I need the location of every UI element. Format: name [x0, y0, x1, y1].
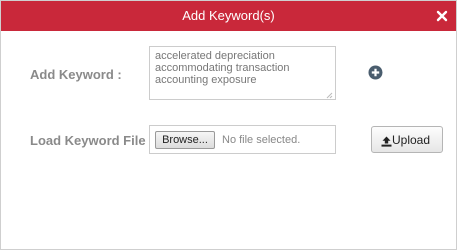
plus-circle-icon[interactable]	[368, 65, 383, 80]
add-keyword-label: Add Keyword :	[30, 67, 122, 82]
upload-icon	[381, 134, 392, 147]
load-keyword-file-label: Load Keyword File :	[30, 133, 154, 148]
resize-grip-icon[interactable]	[326, 90, 333, 99]
keyword-textarea[interactable]: accelerated depreciation accommodating t…	[149, 46, 336, 100]
file-input[interactable]: Browse... No file selected.	[149, 125, 336, 154]
upload-label: Upload	[392, 133, 431, 147]
keyword-line: accelerated depreciation	[155, 50, 275, 62]
close-icon[interactable]	[436, 9, 448, 23]
upload-button[interactable]: Upload	[371, 126, 443, 153]
keyword-line: accommodating transaction	[155, 62, 290, 74]
browse-button[interactable]: Browse...	[155, 131, 215, 149]
file-status-text: No file selected.	[222, 134, 301, 146]
add-keywords-dialog: Add Keyword(s) Add Keyword : accelerated…	[0, 0, 457, 250]
dialog-titlebar: Add Keyword(s)	[1, 1, 456, 31]
keyword-line: accounting exposure	[155, 74, 257, 86]
dialog-title: Add Keyword(s)	[182, 8, 275, 23]
